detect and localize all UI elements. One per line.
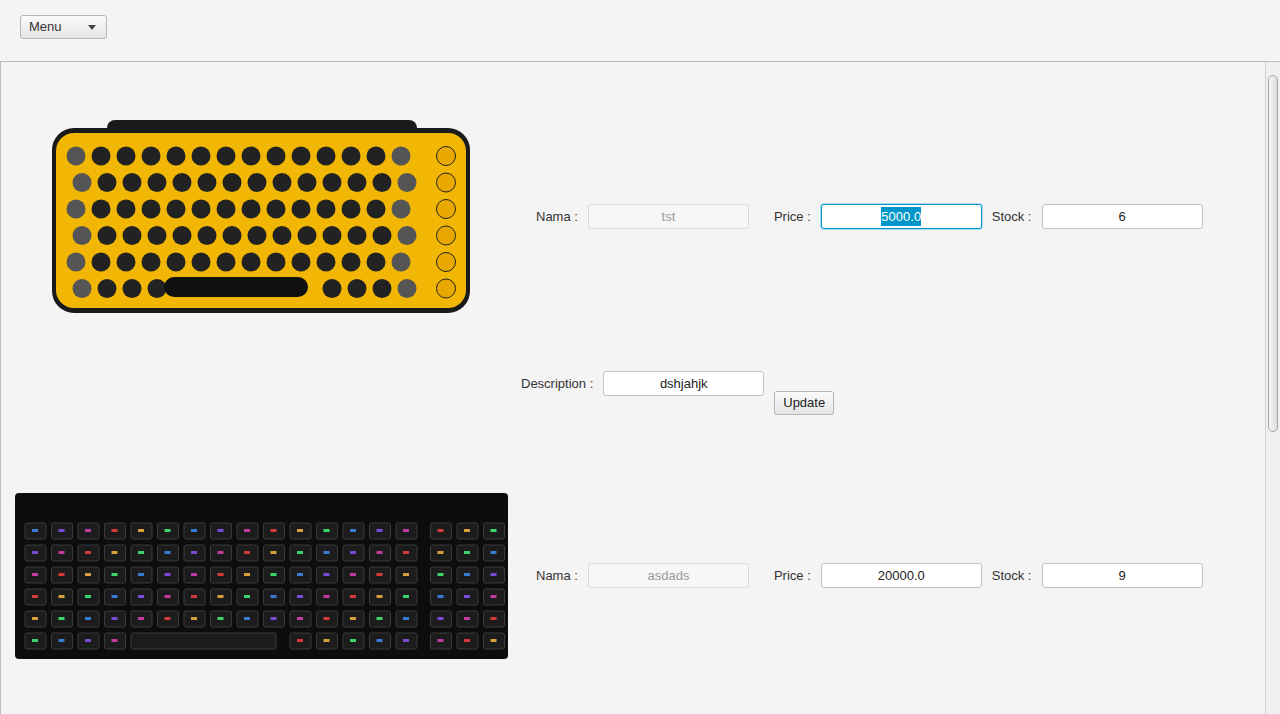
description-field[interactable]: dshjahjk [603,371,764,396]
update-button[interactable]: Update [774,391,834,415]
product-image [1,493,521,659]
stock-label: Stock : [992,566,1032,586]
name-value: asdads [647,566,689,586]
stock-group: Stock : 6 [992,204,1203,229]
description-label: Description : [521,371,593,396]
product-row: Nama : tst Price : 5000.0 Stock : 6 [1,62,1265,371]
name-label: Nama : [536,566,578,586]
stock-field[interactable]: 6 [1042,204,1203,229]
price-group: Price : 20000.0 [774,563,982,588]
menu-label: Menu [29,17,62,37]
dropdown-arrow-icon [88,25,96,30]
stock-label: Stock : [992,207,1032,227]
name-group: Nama : asdads [536,563,749,588]
name-label: Nama : [536,207,578,227]
name-field: asdads [588,563,749,588]
product-fields: Nama : asdads Price : 20000.0 Stock : 9 [521,563,1203,588]
product-scroll-pane: Nama : tst Price : 5000.0 Stock : 6 Descriptio… [0,61,1280,714]
name-group: Nama : tst [536,204,749,229]
product-fields: Nama : tst Price : 5000.0 Stock : 6 [521,204,1203,229]
price-label: Price : [774,566,811,586]
scroll-thumb[interactable] [1268,75,1278,432]
price-field[interactable]: 5000.0 [821,204,982,229]
price-value: 5000.0 [881,207,921,227]
stock-group: Stock : 9 [992,563,1203,588]
description-group: Description : dshjahjk [521,371,764,396]
price-value: 20000.0 [878,566,925,586]
price-field[interactable]: 20000.0 [821,563,982,588]
product-item: Nama : asdads Price : 20000.0 Stock : 9 [1,421,1265,714]
menu-button[interactable]: Menu [20,15,107,39]
price-group: Price : 5000.0 [774,204,982,229]
toolbar: Menu [0,0,1280,61]
product-item: Nama : tst Price : 5000.0 Stock : 6 Descriptio… [1,62,1265,421]
price-label: Price : [774,207,811,227]
product-image [1,120,521,313]
stock-value: 9 [1118,566,1125,586]
description-row: Description : dshjahjk Update [1,371,1265,415]
product-list: Nama : tst Price : 5000.0 Stock : 6 Descriptio… [1,62,1265,714]
stock-field[interactable]: 9 [1042,563,1203,588]
name-value: tst [662,207,676,227]
description-value: dshjahjk [660,374,708,394]
stock-value: 6 [1118,207,1125,227]
vertical-scrollbar[interactable] [1265,62,1280,714]
name-field: tst [588,204,749,229]
product-row: Nama : asdads Price : 20000.0 Stock : 9 [1,421,1265,714]
